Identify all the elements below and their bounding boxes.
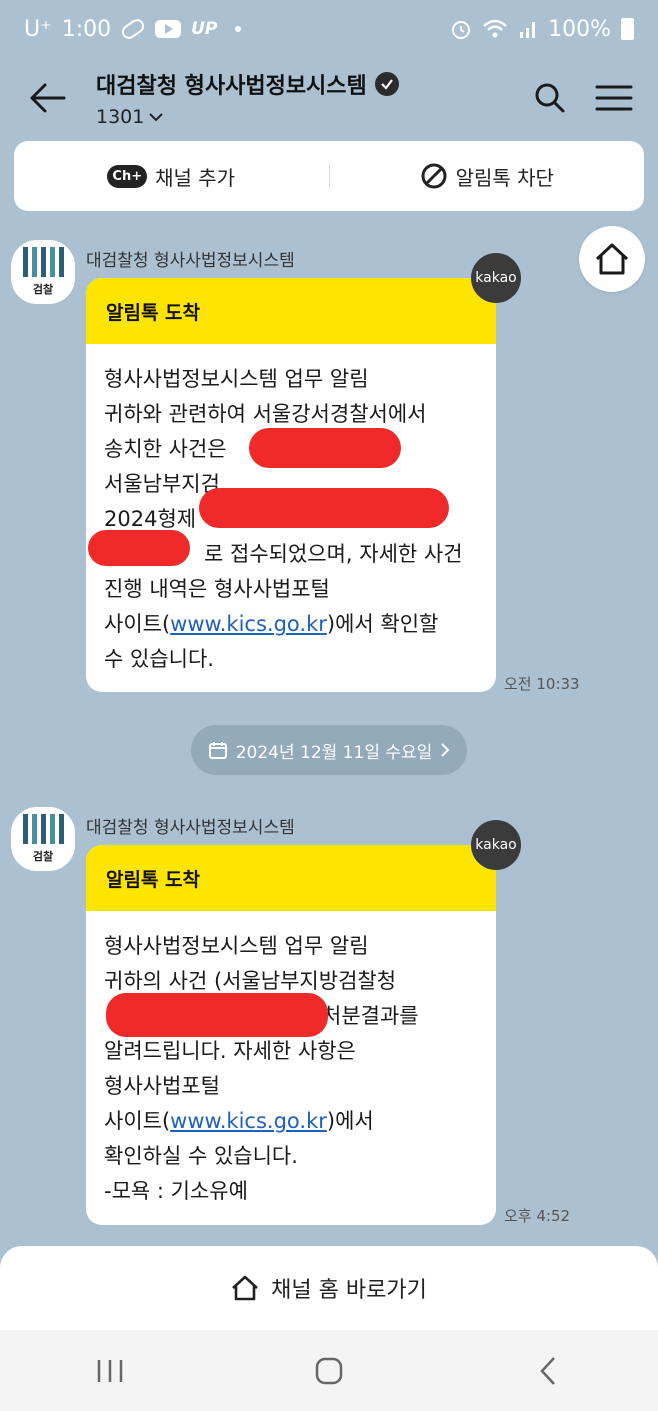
sender-name: 대검찰청 형사사법정보시스템 (86, 251, 295, 271)
search-icon (535, 83, 565, 113)
arrow-left-icon (30, 83, 66, 113)
chevron-left-icon (540, 1356, 556, 1385)
kics-link[interactable]: www.kics.go.kr (170, 1109, 327, 1133)
redaction-mark (249, 428, 401, 468)
message-time: 오후 4:52 (504, 1207, 571, 1225)
back-nav-button[interactable] (508, 1341, 588, 1401)
message-time: 오전 10:33 (504, 675, 580, 693)
wifi-icon (483, 19, 507, 38)
hamburger-menu-icon (595, 85, 633, 111)
pill-icon (119, 16, 147, 42)
message-line: 진행 내역은 형사사법포털 (104, 577, 330, 601)
sender-name: 대검찰청 형사사법정보시스템 (86, 818, 295, 838)
channel-home-float-button[interactable] (579, 226, 645, 292)
channel-home-label: 채널 홈 바로가기 (271, 1278, 427, 1303)
block-alimtalk-button[interactable]: 알림톡 차단 (330, 141, 645, 211)
message-bubble[interactable]: 알림톡 도착 형사사법정보시스템 업무 알림 귀하의 사건 (서울남부지방검찰청… (86, 845, 496, 1225)
youtube-icon (155, 20, 182, 38)
add-channel-button[interactable]: Ch+ 채널 추가 (14, 141, 329, 211)
message-header: 알림톡 도착 (86, 278, 496, 344)
calendar-icon (208, 742, 227, 759)
home-icon (595, 243, 629, 275)
system-nav-bar (0, 1330, 658, 1411)
recent-apps-button[interactable] (70, 1341, 150, 1401)
avatar-label: 검찰 (32, 850, 54, 863)
verified-badge-icon (374, 72, 399, 96)
chevron-right-icon (441, 743, 450, 757)
date-divider[interactable]: 2024년 12월 11일 수요일 (191, 725, 467, 775)
up-label: UP (191, 19, 218, 39)
alarm-icon (452, 21, 471, 39)
message-line: 형사사법정보시스템 업무 알림 (104, 934, 369, 958)
channel-home-button[interactable]: 채널 홈 바로가기 (0, 1246, 658, 1330)
message-header: 알림톡 도착 (86, 845, 496, 911)
search-button[interactable] (518, 58, 582, 138)
back-button[interactable] (0, 58, 96, 138)
channel-subtitle: 1301 (96, 106, 145, 128)
kakao-badge-icon: kakao (471, 820, 521, 870)
date-divider-label: 2024년 12월 11일 수요일 (235, 742, 433, 763)
redaction-mark (199, 488, 449, 528)
avatar[interactable]: 검찰 (11, 240, 75, 304)
signal-icon (520, 22, 536, 38)
home-nav-button[interactable] (289, 1341, 369, 1401)
home-icon (232, 1275, 259, 1301)
message-line: -모욕 : 기소유예 (104, 1179, 248, 1203)
message-line: 형사사법포털 (104, 1074, 220, 1098)
avatar-label: 검찰 (32, 283, 54, 296)
channel-plus-icon: Ch+ (107, 164, 148, 188)
battery-percent: 100% (548, 16, 611, 42)
recent-apps-icon (97, 1359, 122, 1382)
block-label: 알림톡 차단 (455, 165, 554, 190)
page-title: 대검찰청 형사사법정보시스템 (96, 74, 367, 99)
status-time: 1:00 (61, 16, 112, 42)
battery-icon (621, 18, 634, 40)
channel-title-block[interactable]: 대검찰청 형사사법정보시스템 1301 (96, 68, 518, 128)
status-bar: U⁺ 1:00 UP 100% (0, 0, 658, 58)
message-line: 사이트(www.kics.go.kr)에서 (104, 1109, 374, 1133)
menu-button[interactable] (582, 58, 646, 138)
message-bubble[interactable]: 알림톡 도착 형사사법정보시스템 업무 알림 귀하와 관련하여 서울강서경찰서에… (86, 278, 496, 692)
message-line: 형사사법정보시스템 업무 알림 (104, 367, 369, 391)
chevron-down-icon (149, 113, 164, 122)
message-line: 수 있습니다. (104, 647, 214, 671)
redaction-mark (88, 530, 190, 566)
message-body: 형사사법정보시스템 업무 알림 귀하의 사건 (서울남부지방검찰청 처분결과를 … (86, 911, 496, 1225)
kakao-badge-icon: kakao (471, 253, 521, 303)
message-line: 알려드립니다. 자세한 사항은 (104, 1039, 356, 1063)
redaction-mark (106, 993, 328, 1037)
kics-link[interactable]: www.kics.go.kr (170, 612, 327, 636)
message-line: 사이트(www.kics.go.kr)에서 확인할 (104, 612, 439, 636)
message-line: 귀하와 관련하여 서울강서경찰서에서 (104, 402, 427, 426)
chat-header: 대검찰청 형사사법정보시스템 1301 (0, 58, 658, 138)
home-circle-icon (315, 1357, 343, 1384)
carrier-label: U⁺ (24, 16, 52, 42)
block-icon (421, 163, 447, 189)
avatar[interactable]: 검찰 (11, 807, 75, 871)
channel-action-bar: Ch+ 채널 추가 알림톡 차단 (14, 141, 644, 211)
message-line: 확인하실 수 있습니다. (104, 1144, 298, 1168)
notification-dot-icon (235, 26, 242, 32)
add-channel-label: 채널 추가 (155, 165, 236, 190)
